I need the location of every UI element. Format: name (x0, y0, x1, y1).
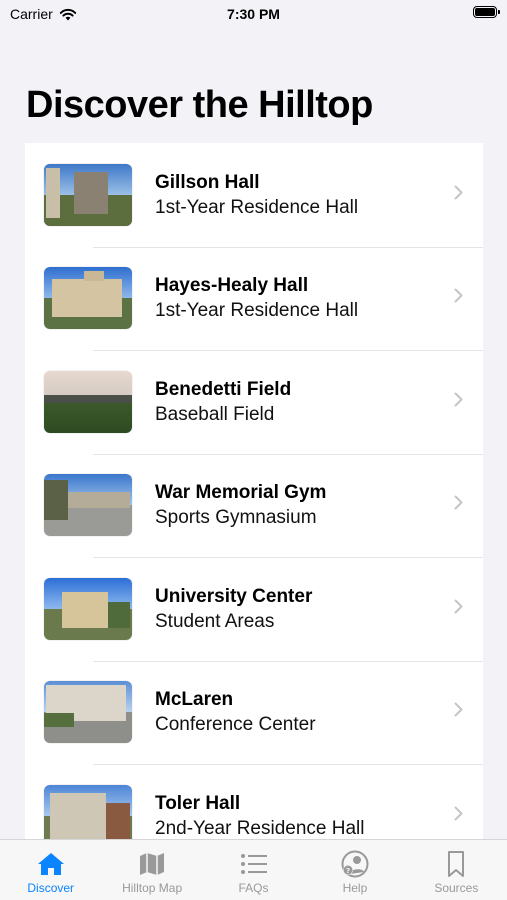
chevron-right-icon (454, 495, 463, 515)
locations-list: Gillson Hall 1st-Year Residence Hall Hay… (25, 143, 483, 840)
tab-faqs[interactable]: FAQs (203, 840, 304, 900)
location-subtitle: 2nd-Year Residence Hall (155, 817, 365, 839)
location-name: Gillson Hall (155, 171, 260, 193)
location-name: University Center (155, 585, 313, 607)
chevron-right-icon (454, 599, 463, 619)
chevron-right-icon (454, 806, 463, 826)
location-name: Benedetti Field (155, 378, 292, 400)
location-photo (44, 474, 132, 537)
svg-text:?: ? (346, 867, 350, 875)
bookmark-icon (445, 850, 467, 878)
page-title: Discover the Hilltop (26, 84, 373, 126)
map-icon (138, 850, 166, 878)
list-item[interactable]: Gillson Hall 1st-Year Residence Hall (25, 143, 483, 247)
tab-discover[interactable]: Discover (0, 840, 101, 900)
chevron-right-icon (454, 288, 463, 308)
tab-label: Discover (27, 881, 75, 895)
location-name: Toler Hall (155, 792, 241, 814)
location-photo (44, 370, 132, 433)
list-item[interactable]: Benedetti Field Baseball Field (25, 350, 483, 454)
list-item[interactable]: Toler Hall 2nd-Year Residence Hall (25, 764, 483, 840)
location-subtitle: Conference Center (155, 714, 316, 736)
list-item[interactable]: Hayes-Healy Hall 1st-Year Residence Hall (25, 246, 483, 351)
clock: 7:30 PM (227, 6, 280, 22)
tab-bar: Discover Hilltop Map FAQs ? Help Sources (0, 839, 507, 900)
list-item[interactable]: McLaren Conference Center (25, 660, 483, 765)
location-name: Hayes-Healy Hall (155, 275, 309, 297)
location-subtitle: 1st-Year Residence Hall (155, 300, 359, 322)
location-name: War Memorial Gym (155, 482, 327, 504)
location-subtitle: Baseball Field (155, 403, 275, 425)
location-name: McLaren (155, 689, 234, 711)
location-subtitle: Student Areas (155, 610, 275, 632)
tab-label: Help (342, 881, 368, 895)
location-photo (44, 577, 132, 640)
list-item[interactable]: War Memorial Gym Sports Gymnasium (25, 453, 483, 558)
list-icon (240, 850, 268, 878)
list-item[interactable]: University Center Student Areas (25, 557, 483, 661)
location-photo (44, 681, 132, 744)
chevron-right-icon (454, 702, 463, 722)
battery-icon (473, 6, 500, 18)
status-bar: Carrier 7:30 PM (0, 0, 507, 28)
tab-hilltop-map[interactable]: Hilltop Map (101, 840, 202, 900)
tab-sources[interactable]: Sources (406, 840, 507, 900)
location-subtitle: 1st-Year Residence Hall (155, 196, 359, 218)
tab-label: Sources (434, 881, 479, 895)
tab-label: Hilltop Map (122, 881, 183, 895)
help-person-icon: ? (340, 850, 370, 878)
tab-label: FAQs (238, 881, 269, 895)
location-photo (44, 267, 132, 330)
house-icon (36, 850, 66, 878)
location-subtitle: Sports Gymnasium (155, 507, 317, 529)
tab-help[interactable]: ? Help (304, 840, 405, 900)
location-photo (44, 163, 132, 226)
location-photo (44, 784, 132, 840)
chevron-right-icon (454, 185, 463, 205)
chevron-right-icon (454, 392, 463, 412)
